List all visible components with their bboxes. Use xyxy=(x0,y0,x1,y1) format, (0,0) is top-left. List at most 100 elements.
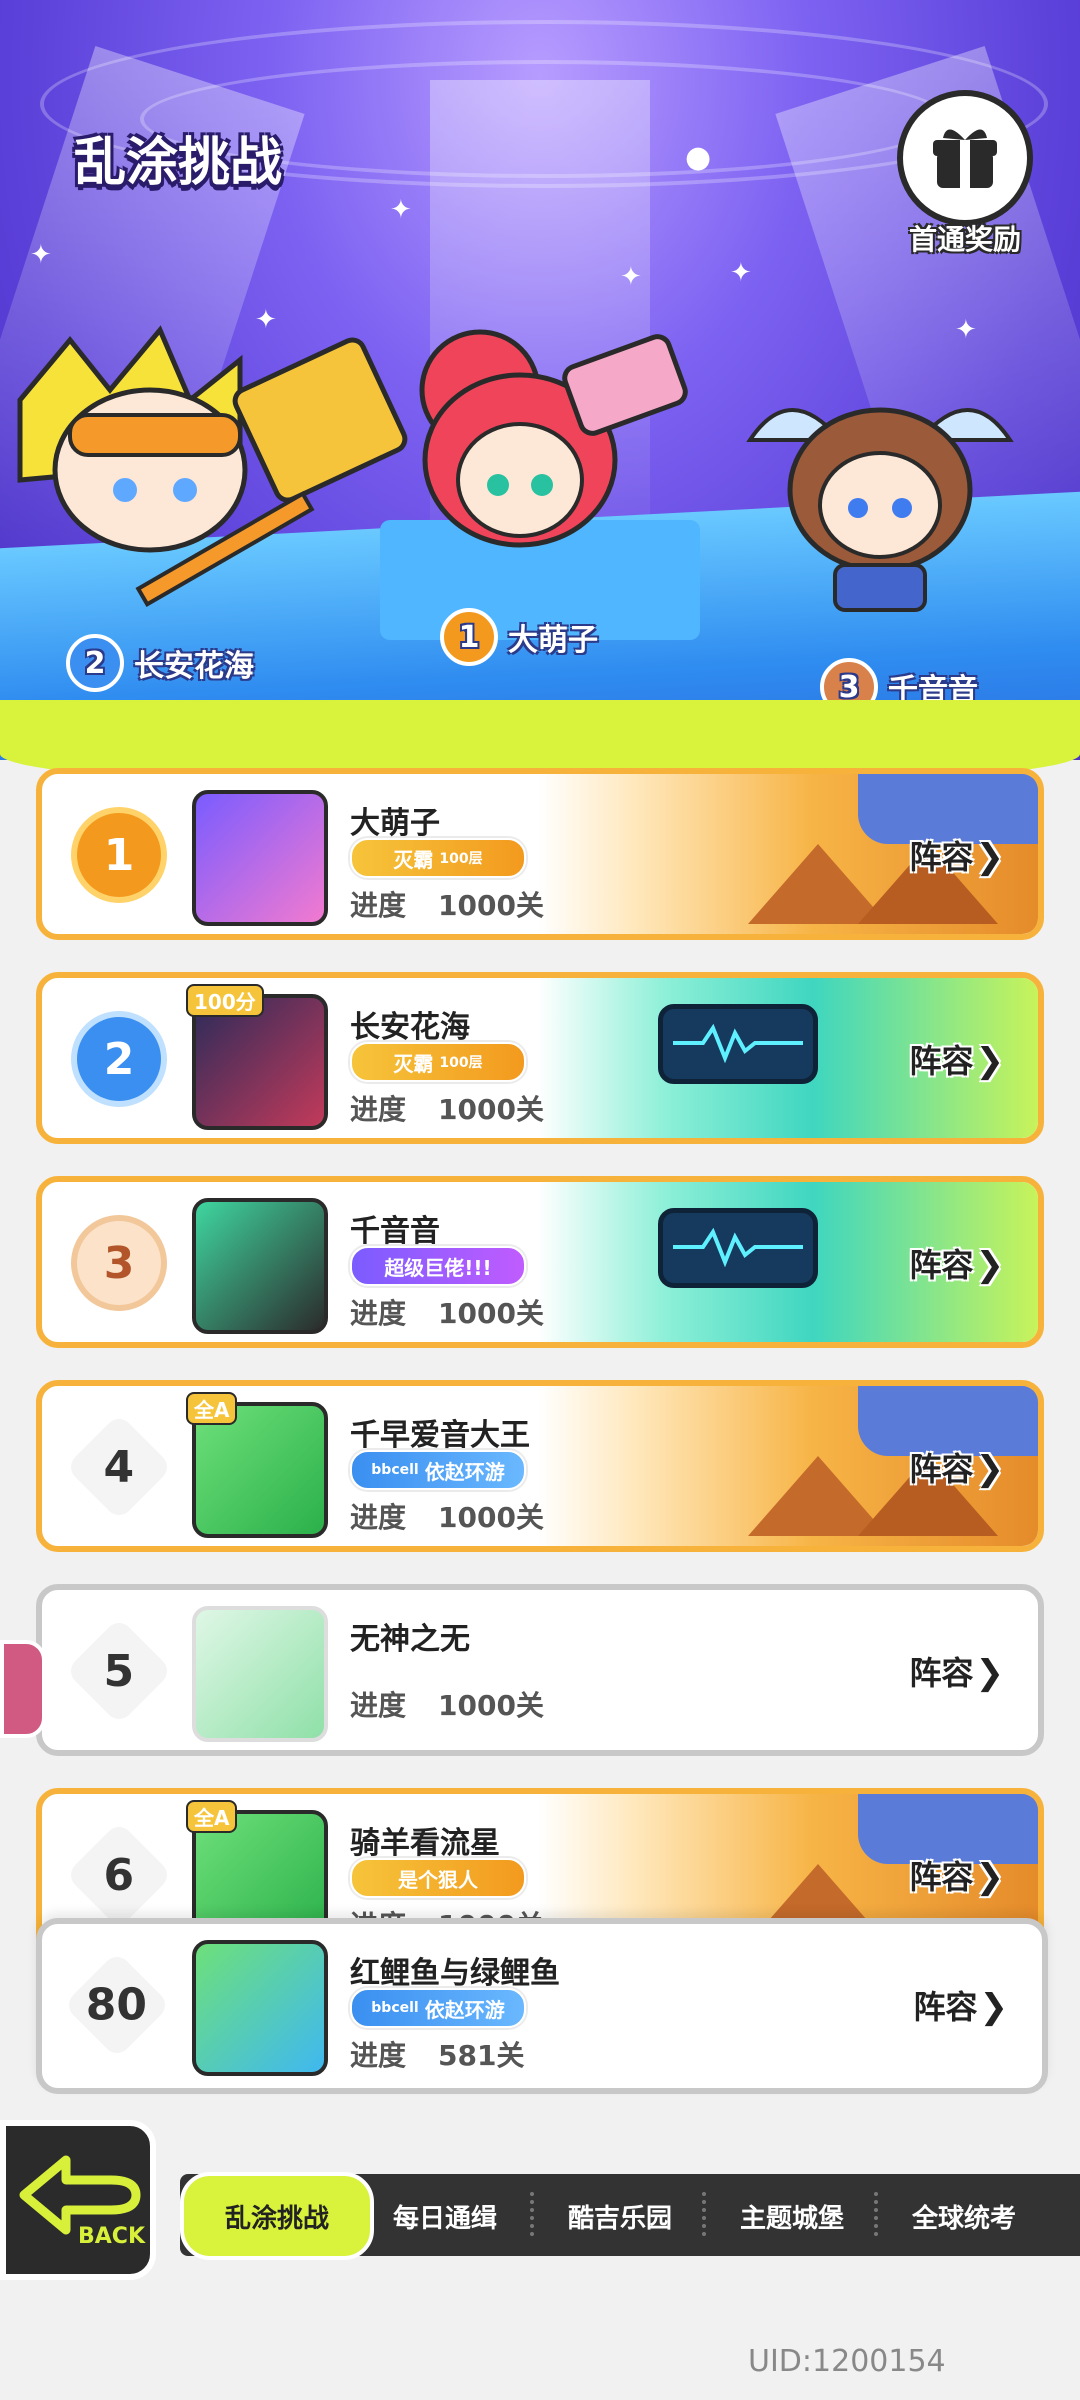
lineup-button[interactable]: 阵容❯ xyxy=(909,1444,1004,1490)
progress-row: 进度 1000关 xyxy=(350,884,544,924)
progress-value: 1000关 xyxy=(438,1093,544,1126)
title-badge-level: 100层 xyxy=(439,1055,483,1071)
page-title: 乱涂挑战 xyxy=(74,133,283,193)
tab-separator xyxy=(874,2192,882,2236)
rank-medal: 1 xyxy=(64,800,174,910)
podium-name-label: 大萌子 xyxy=(508,623,598,658)
back-label: BACK xyxy=(78,2224,145,2249)
avatar[interactable] xyxy=(192,1940,328,2076)
tab-global-exam[interactable]: 全球统考 xyxy=(884,2188,1044,2244)
title-badge-brand: bbcell xyxy=(371,1462,419,1478)
first-clear-reward-button[interactable]: 首通奖励 xyxy=(895,90,1035,256)
ranking-card[interactable]: 4 全A 千早爱音大王 bbcell 依赵环游 进度 1000关 阵容❯ xyxy=(36,1380,1044,1552)
rank-diamond: 6 xyxy=(64,1820,174,1930)
tab-kuji-park[interactable]: 酷吉乐园 xyxy=(540,2188,700,2244)
player-name: 千音音 xyxy=(350,1214,440,1249)
ranking-card[interactable]: 3 千音音 超级巨佬!!! 进度 1000关 阵容❯ xyxy=(36,1176,1044,1348)
progress-row: 进度 1000关 xyxy=(350,1684,544,1724)
ranking-card[interactable]: 1 大萌子 灭霸 100层 进度 1000关 阵容❯ xyxy=(36,768,1044,940)
avatar[interactable] xyxy=(192,1606,328,1742)
ranking-card[interactable]: 2 100分 长安花海 灭霸 100层 进度 1000关 阵容❯ xyxy=(36,972,1044,1144)
tab-label: 每日通缉 xyxy=(392,2203,497,2234)
tab-theme-castle[interactable]: 主题城堡 xyxy=(712,2188,872,2244)
sparkle-icon: ✦ xyxy=(390,195,412,225)
sparkle-icon: ● xyxy=(685,140,712,175)
progress-row: 进度 1000关 xyxy=(350,1292,544,1332)
title-badge: 灭霸 100层 xyxy=(350,838,526,878)
progress-label: 进度 xyxy=(350,1689,407,1722)
chevron-right-icon: ❯ xyxy=(975,1653,1005,1693)
avatar-tag: 全A xyxy=(186,1800,238,1833)
podium-rank1: 1 大萌子 xyxy=(440,608,598,666)
rank-number: 1 xyxy=(71,807,167,903)
title-badge: 超级巨佬!!! xyxy=(350,1246,526,1286)
title-badge: 是个狠人 xyxy=(350,1858,526,1898)
rank-diamond: 4 xyxy=(64,1412,174,1522)
lineup-button[interactable]: 阵容❯ xyxy=(909,1240,1004,1286)
chevron-right-icon: ❯ xyxy=(975,837,1005,877)
rank-badge: 1 xyxy=(440,608,498,666)
ranking-card[interactable]: 5 无神之无 进度 1000关 阵容❯ xyxy=(36,1584,1044,1756)
progress-label: 进度 xyxy=(350,1093,407,1126)
lineup-button[interactable]: 阵容❯ xyxy=(909,1648,1004,1694)
player-name: 大萌子 xyxy=(350,806,440,841)
rank-number: 80 xyxy=(86,1979,148,2031)
title-badge-brand: bbcell xyxy=(371,2000,419,2016)
tab-doodle-challenge[interactable]: 乱涂挑战 xyxy=(180,2172,374,2260)
tab-label: 主题城堡 xyxy=(739,2203,844,2234)
player-name: 无神之无 xyxy=(350,1622,470,1657)
podium-name-label: 长安花海 xyxy=(134,649,254,684)
chevron-right-icon: ❯ xyxy=(975,1857,1005,1897)
podium-rank2: 2 长安花海 xyxy=(66,634,254,692)
avatar-tag: 全A xyxy=(186,1392,238,1425)
player-name: 千早爱音大王 xyxy=(350,1418,530,1453)
tab-label: 酷吉乐园 xyxy=(567,2203,672,2234)
progress-row: 进度 1000关 xyxy=(350,1496,544,1536)
title-badge-label: 是个狠人 xyxy=(398,1867,478,1892)
lineup-button[interactable]: 阵容❯ xyxy=(909,1852,1004,1898)
rank-diamond: 80 xyxy=(62,1950,172,2060)
lineup-label: 阵容 xyxy=(909,1654,974,1692)
gift-box-icon xyxy=(897,90,1033,226)
progress-value: 1000关 xyxy=(438,1689,544,1722)
avatar-tag: 100分 xyxy=(186,984,264,1017)
rank-diamond: 5 xyxy=(64,1616,174,1726)
player-name: 红鲤鱼与绿鲤鱼 xyxy=(350,1956,560,1991)
reward-label: 首通奖励 xyxy=(908,223,1021,256)
lineup-label: 阵容 xyxy=(909,1042,974,1080)
avatar[interactable] xyxy=(192,1198,328,1334)
title-badge-level: 100层 xyxy=(439,851,483,867)
chevron-right-icon: ❯ xyxy=(975,1245,1005,1285)
progress-value: 1000关 xyxy=(438,889,544,922)
user-id: UID:1200154 xyxy=(748,2344,946,2379)
rank-number: 6 xyxy=(103,1849,135,1901)
sparkle-icon: ✦ xyxy=(30,240,52,270)
back-button[interactable]: BACK xyxy=(0,2120,156,2280)
lineup-button[interactable]: 阵容❯ xyxy=(909,832,1004,878)
title-badge-label: 依赵环游 xyxy=(424,1997,505,2022)
my-ranking-card[interactable]: 80 红鲤鱼与绿鲤鱼 bbcell 依赵环游 进度 581关 阵容❯ xyxy=(36,1918,1048,2094)
chevron-right-icon: ❯ xyxy=(975,1449,1005,1489)
side-pull-tab[interactable] xyxy=(0,1640,46,1738)
sparkle-icon: ✦ xyxy=(620,262,642,292)
rank-number: 5 xyxy=(103,1645,135,1697)
player-name: 骑羊看流星 xyxy=(350,1826,500,1861)
hero-stage: ✦ ✦ ✦ ✦ ✦ ✦ ● 2 长安花海 1 大萌子 3 千音音 乱涂挑战 首通… xyxy=(0,0,1080,760)
progress-row: 进度 1000关 xyxy=(350,1088,544,1128)
title-badge: bbcell 依赵环游 xyxy=(350,1988,526,2028)
progress-row: 进度 581关 xyxy=(350,2034,524,2074)
lineup-label: 阵容 xyxy=(909,1858,974,1896)
chevron-right-icon: ❯ xyxy=(975,1041,1005,1081)
avatar[interactable] xyxy=(192,790,328,926)
lineup-button[interactable]: 阵容❯ xyxy=(913,1982,1008,2028)
lineup-label: 阵容 xyxy=(909,1450,974,1488)
progress-value: 581关 xyxy=(438,2039,525,2072)
player-name: 长安花海 xyxy=(350,1010,470,1045)
progress-value: 1000关 xyxy=(438,1501,544,1534)
progress-value: 1000关 xyxy=(438,1297,544,1330)
title-badge-label: 超级巨佬!!! xyxy=(384,1255,492,1280)
lineup-button[interactable]: 阵容❯ xyxy=(909,1036,1004,1082)
ranking-list[interactable]: 1 大萌子 灭霸 100层 进度 1000关 阵容❯ 2 100分 长安花海 灭霸… xyxy=(36,768,1048,2096)
tab-daily-wanted[interactable]: 每日通缉 xyxy=(370,2188,520,2244)
rank-number: 4 xyxy=(103,1441,135,1493)
